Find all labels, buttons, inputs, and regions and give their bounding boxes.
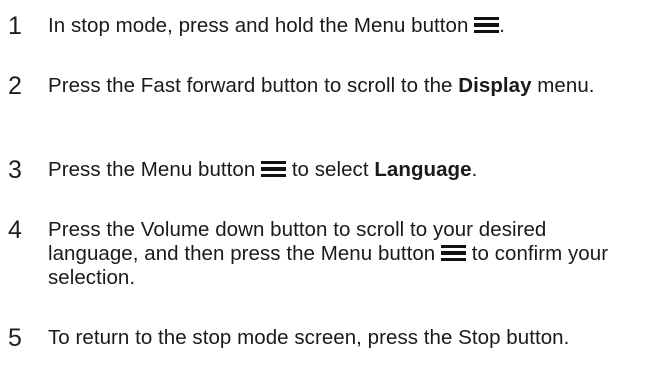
step-number: 5	[8, 324, 22, 352]
step-number: 3	[8, 156, 22, 184]
step-1: 1 In stop mode, press and hold the Menu …	[0, 12, 648, 40]
instruction-steps: 1 In stop mode, press and hold the Menu …	[0, 0, 648, 387]
step-text: Press the Menu button to select Language…	[48, 158, 640, 182]
step-number: 1	[8, 12, 22, 40]
step-2: 2 Press the Fast forward button to scrol…	[0, 72, 648, 100]
step-number: 4	[8, 216, 22, 244]
step-text-part: .	[499, 14, 505, 37]
step-text: Press the Fast forward button to scroll …	[48, 74, 640, 98]
step-text-part: to select	[291, 158, 369, 181]
menu-name-language: Language	[374, 158, 472, 181]
step-text: Press the Volume down button to scroll t…	[48, 218, 640, 290]
step-4: 4 Press the Volume down button to scroll…	[0, 218, 648, 290]
step-number: 2	[8, 72, 22, 100]
menu-name-display: Display	[458, 74, 532, 97]
step-text: In stop mode, press and hold the Menu bu…	[48, 14, 640, 38]
step-5: 5 To return to the stop mode screen, pre…	[0, 324, 648, 352]
menu-icon	[261, 161, 287, 177]
menu-icon	[474, 17, 500, 33]
menu-icon	[441, 245, 466, 261]
step-text: To return to the stop mode screen, press…	[48, 326, 570, 349]
step-text-part: .	[471, 158, 478, 181]
step-text-part: In stop mode, press and hold the Menu bu…	[48, 14, 469, 37]
step-3: 3 Press the Menu button to select Langua…	[0, 156, 648, 184]
step-text-part: Press the Fast forward button to scroll …	[48, 74, 453, 97]
step-text-part: menu.	[537, 74, 595, 97]
step-text-part: Press the Menu button	[48, 158, 256, 181]
